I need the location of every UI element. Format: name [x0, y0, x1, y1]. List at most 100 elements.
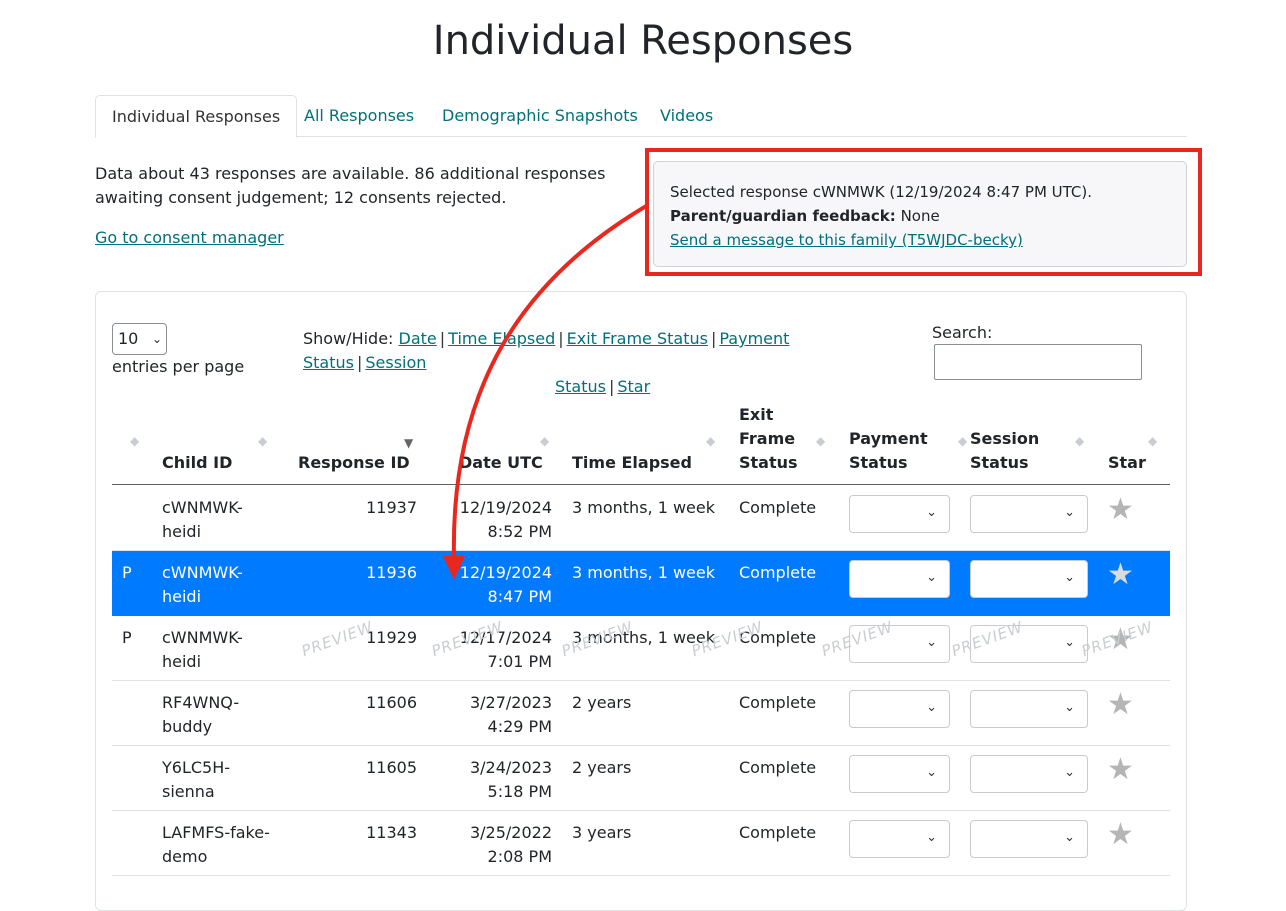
- annotation-highlight-box: [645, 148, 1202, 276]
- sort-arrows-icon[interactable]: ◆: [958, 434, 967, 448]
- table-row[interactable]: cWNMWK-heidi 11937 12/19/2024 8:52 PM 3 mont…: [112, 486, 1170, 551]
- child-id-cell: LAFMFS-fake-demo: [162, 823, 270, 866]
- response-id-cell: 11605: [366, 758, 417, 777]
- payment-status-select[interactable]: ⌄: [849, 690, 950, 728]
- session-status-select[interactable]: ⌄: [970, 495, 1088, 533]
- entries-per-page-label: entries per page: [112, 357, 245, 376]
- page-title: Individual Responses: [432, 18, 854, 64]
- star-icon[interactable]: ★: [1107, 624, 1134, 656]
- table-row[interactable]: PcWNMWK-heidi 11929 12/17/2024 7:01 PM 3 mon…: [112, 616, 1170, 681]
- star-icon[interactable]: ★: [1107, 819, 1134, 851]
- toggle-session-status[interactable]: Session: [365, 353, 426, 372]
- session-status-select[interactable]: ⌄: [970, 560, 1088, 598]
- sort-arrows-icon[interactable]: ◆: [130, 434, 139, 448]
- chevron-down-icon: ⌄: [926, 635, 937, 650]
- table-row[interactable]: PcWNMWK-heidi 11936 12/19/2024 8:47 PM 3 mon…: [112, 551, 1170, 616]
- session-status-select[interactable]: ⌄: [970, 755, 1088, 793]
- child-id-cell: RF4WNQ-buddy: [162, 693, 240, 736]
- exit-status-cell: Complete: [739, 823, 817, 842]
- table-row[interactable]: Y6LC5H-sienna 11605 3/24/2023 5:18 PM 2 year…: [112, 746, 1170, 811]
- time-elapsed-cell: 3 months, 1 week: [572, 563, 716, 582]
- sort-arrows-icon[interactable]: ◆: [258, 434, 267, 448]
- toggle-time-elapsed[interactable]: Time Elapsed: [448, 329, 555, 348]
- date-cell: 12/19/2024 8:52 PM: [459, 498, 552, 541]
- tab-demographic-snapshots[interactable]: Demographic Snapshots: [442, 95, 638, 137]
- entries-per-page-select[interactable]: 10 ⌄: [112, 323, 167, 355]
- date-cell: 3/27/2023 4:29 PM: [469, 693, 552, 736]
- preview-flag: P: [122, 628, 132, 647]
- table-row[interactable]: LAFMFS-fake-demo 11343 3/25/2022 2:08 PM 3 y…: [112, 811, 1170, 876]
- tab-videos[interactable]: Videos: [660, 95, 713, 137]
- payment-status-select[interactable]: ⌄: [849, 820, 950, 858]
- star-icon[interactable]: ★: [1107, 689, 1134, 721]
- date-cell: 3/25/2022 2:08 PM: [469, 823, 552, 866]
- sort-descending-icon[interactable]: ▼: [404, 436, 413, 450]
- chevron-down-icon: ⌄: [1064, 570, 1075, 585]
- column-star[interactable]: Star: [1108, 451, 1146, 475]
- sort-arrows-icon[interactable]: ◆: [1075, 434, 1084, 448]
- chevron-down-icon: ⌄: [1064, 700, 1075, 715]
- payment-status-select[interactable]: ⌄: [849, 625, 950, 663]
- show-hide-label: Show/Hide:: [303, 329, 394, 348]
- payment-status-select[interactable]: ⌄: [849, 560, 950, 598]
- time-elapsed-cell: 2 years: [572, 693, 632, 712]
- toggle-exit-frame-status[interactable]: Exit Frame Status: [567, 329, 708, 348]
- toggle-session-status-cont[interactable]: Status: [555, 377, 606, 396]
- column-date-utc[interactable]: Date UTC: [459, 451, 543, 475]
- toggle-star[interactable]: Star: [617, 377, 650, 396]
- toggle-date[interactable]: Date: [399, 329, 437, 348]
- exit-status-cell: Complete: [739, 628, 817, 647]
- session-status-select[interactable]: ⌄: [970, 820, 1088, 858]
- session-status-select[interactable]: ⌄: [970, 625, 1088, 663]
- preview-flag: P: [122, 563, 132, 582]
- response-id-cell: 11606: [366, 693, 417, 712]
- search-label: Search:: [932, 323, 993, 342]
- star-icon[interactable]: ★: [1107, 494, 1134, 526]
- exit-status-cell: Complete: [739, 758, 817, 777]
- sort-arrows-icon[interactable]: ◆: [816, 434, 825, 448]
- chevron-down-icon: ⌄: [1064, 830, 1075, 845]
- search-input[interactable]: [934, 344, 1142, 380]
- child-id-cell: cWNMWK-heidi: [162, 498, 243, 541]
- chevron-down-icon: ⌄: [926, 830, 937, 845]
- exit-status-cell: Complete: [739, 563, 817, 582]
- child-id-cell: cWNMWK-heidi: [162, 628, 243, 671]
- child-id-cell: Y6LC5H-sienna: [162, 758, 231, 801]
- payment-status-select[interactable]: ⌄: [849, 755, 950, 793]
- exit-status-cell: Complete: [739, 693, 817, 712]
- tab-all-responses[interactable]: All Responses: [304, 95, 414, 137]
- time-elapsed-cell: 3 months, 1 week: [572, 628, 716, 647]
- column-payment-status[interactable]: Payment Status: [849, 427, 928, 475]
- column-exit-frame-status[interactable]: Exit Frame Status: [739, 403, 798, 475]
- chevron-down-icon: ⌄: [926, 700, 937, 715]
- time-elapsed-cell: 3 months, 1 week: [572, 498, 716, 517]
- table-header: ◆ Child ID ◆ Response ID ▼ Date UTC ◆ Ti…: [112, 400, 1170, 485]
- consent-manager-link[interactable]: Go to consent manager: [95, 226, 284, 250]
- response-id-cell: 11937: [366, 498, 417, 517]
- time-elapsed-cell: 2 years: [572, 758, 632, 777]
- tab-bar: Individual Responses All Responses Demog…: [95, 95, 1187, 138]
- sort-arrows-icon[interactable]: ◆: [540, 434, 549, 448]
- date-cell: 3/24/2023 5:18 PM: [469, 758, 552, 801]
- star-icon[interactable]: ★: [1107, 754, 1134, 786]
- tab-individual-responses[interactable]: Individual Responses: [95, 95, 298, 138]
- chevron-down-icon: ⌄: [1064, 635, 1075, 650]
- child-id-cell: cWNMWK-heidi: [162, 563, 243, 606]
- sort-arrows-icon[interactable]: ◆: [706, 434, 715, 448]
- chevron-down-icon: ⌄: [151, 332, 162, 346]
- response-summary: Data about 43 responses are available. 8…: [95, 164, 606, 207]
- column-session-status[interactable]: Session Status: [970, 427, 1039, 475]
- chevron-down-icon: ⌄: [1064, 765, 1075, 780]
- column-child-id[interactable]: Child ID: [162, 451, 232, 475]
- chevron-down-icon: ⌄: [1064, 505, 1075, 520]
- sort-arrows-icon[interactable]: ◆: [1148, 434, 1157, 448]
- column-time-elapsed[interactable]: Time Elapsed: [572, 451, 692, 475]
- table-row[interactable]: RF4WNQ-buddy 11606 3/27/2023 4:29 PM 2 years…: [112, 681, 1170, 746]
- star-icon[interactable]: ★: [1107, 559, 1134, 591]
- session-status-select[interactable]: ⌄: [970, 690, 1088, 728]
- column-visibility-toggles: Show/Hide: Date | Time Elapsed | Exit Frame …: [303, 329, 790, 396]
- chevron-down-icon: ⌄: [926, 505, 937, 520]
- column-response-id[interactable]: Response ID: [298, 451, 410, 475]
- response-id-cell: 11936: [366, 563, 417, 582]
- payment-status-select[interactable]: ⌄: [849, 495, 950, 533]
